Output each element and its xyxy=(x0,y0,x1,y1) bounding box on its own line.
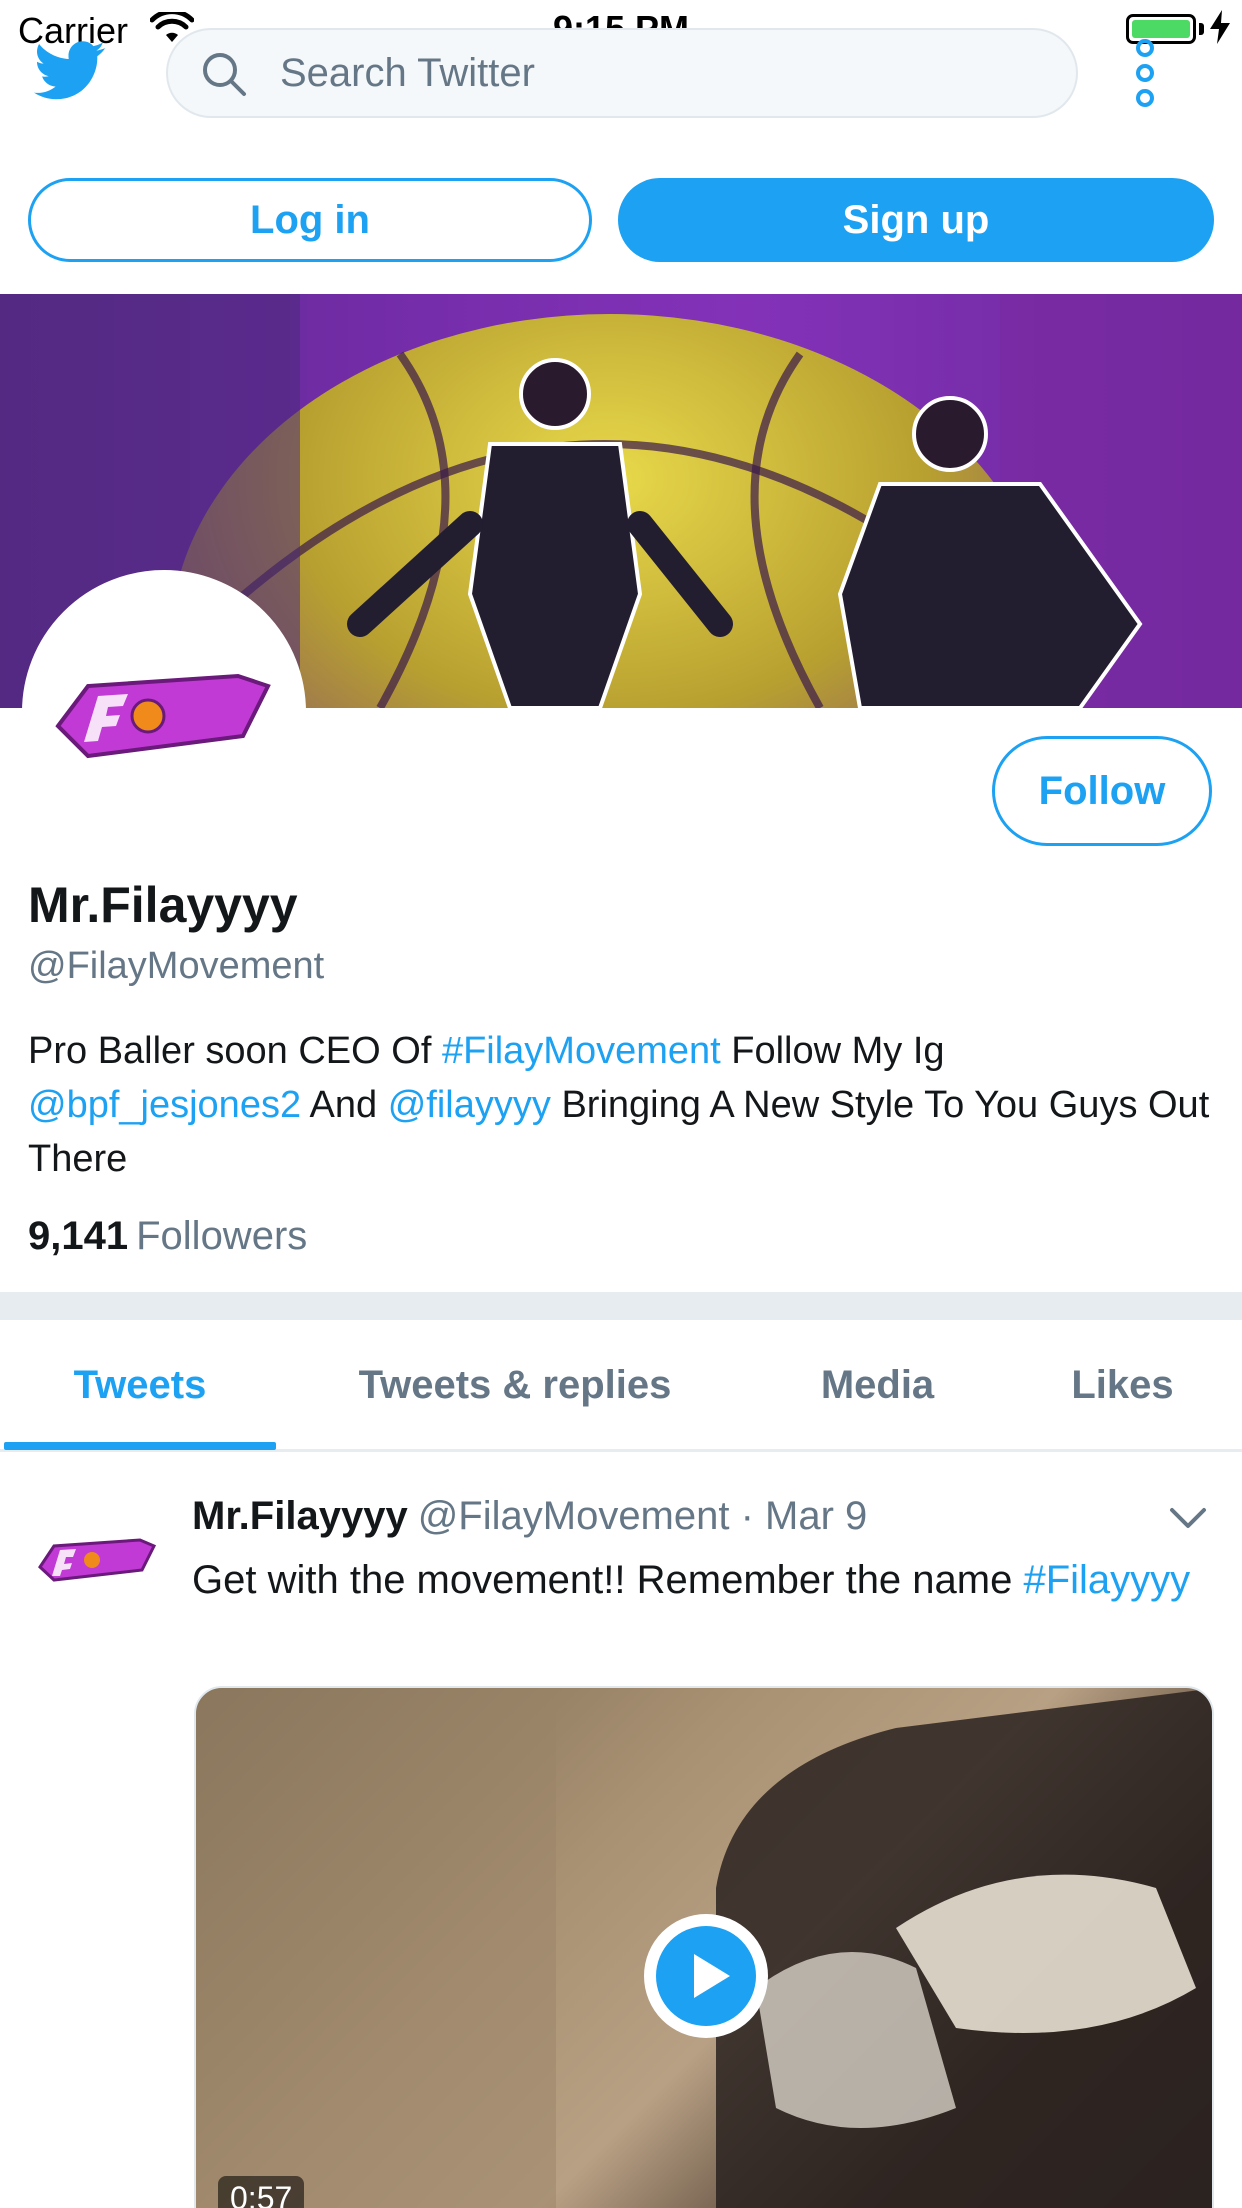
tweet-video[interactable]: 0:57 xyxy=(194,1686,1214,2208)
bio-text: And xyxy=(301,1084,388,1126)
section-divider xyxy=(0,1292,1242,1320)
bio-text: Pro Baller soon CEO Of xyxy=(28,1030,442,1072)
tab-tweets[interactable]: Tweets xyxy=(4,1320,276,1450)
follow-button[interactable]: Follow xyxy=(992,736,1212,846)
charging-bolt-icon xyxy=(1210,10,1230,49)
play-button[interactable] xyxy=(644,1914,768,2038)
tab-media[interactable]: Media xyxy=(790,1320,965,1450)
followers-stat[interactable]: 9,141 Followers xyxy=(28,1214,307,1259)
bio-text: Follow My Ig xyxy=(720,1030,945,1072)
bio-mention-link[interactable]: @filayyyy xyxy=(388,1084,551,1126)
tweet-author-name[interactable]: Mr.Filayyyy xyxy=(192,1494,408,1538)
tweet-header: Mr.Filayyyy @FilayMovement · Mar 9 xyxy=(192,1494,867,1539)
followers-label: Followers xyxy=(136,1214,308,1258)
bio-hashtag-link[interactable]: #FilayMovement xyxy=(442,1030,721,1072)
tweet-hashtag-link[interactable]: #Filayyyy xyxy=(1023,1558,1190,1602)
profile-tabs: Tweets Tweets & replies Media Likes xyxy=(0,1320,1242,1452)
tab-likes[interactable]: Likes xyxy=(1040,1320,1205,1450)
followers-count: 9,141 xyxy=(28,1214,129,1258)
search-bar[interactable] xyxy=(166,28,1078,118)
play-icon xyxy=(656,1926,756,2026)
twitter-bird-icon[interactable] xyxy=(34,40,106,107)
active-tab-indicator xyxy=(4,1442,276,1450)
profile-bio: Pro Baller soon CEO Of #FilayMovement Fo… xyxy=(28,1024,1218,1186)
profile-display-name: Mr.Filayyyy xyxy=(28,877,298,933)
vertical-dots-icon[interactable] xyxy=(1130,38,1160,113)
login-button[interactable]: Log in xyxy=(28,178,592,262)
tab-tweets-and-replies[interactable]: Tweets & replies xyxy=(330,1320,700,1450)
tweet-body: Get with the movement!! Remember the nam… xyxy=(192,1558,1024,1602)
signup-button[interactable]: Sign up xyxy=(618,178,1214,262)
tweet-avatar[interactable] xyxy=(30,1512,160,1602)
profile-avatar[interactable] xyxy=(22,570,306,854)
search-input[interactable] xyxy=(280,30,1040,116)
search-icon xyxy=(200,50,248,103)
bio-mention-link[interactable]: @bpf_jesjones2 xyxy=(28,1084,301,1126)
chevron-down-icon[interactable] xyxy=(1168,1504,1208,1537)
video-duration-badge: 0:57 xyxy=(218,2176,305,2208)
tweet-text: Get with the movement!! Remember the nam… xyxy=(192,1552,1212,1608)
profile-handle: @FilayMovement xyxy=(28,945,325,987)
battery-tip xyxy=(1199,23,1204,35)
tweet-meta: @FilayMovement · Mar 9 xyxy=(417,1494,868,1538)
